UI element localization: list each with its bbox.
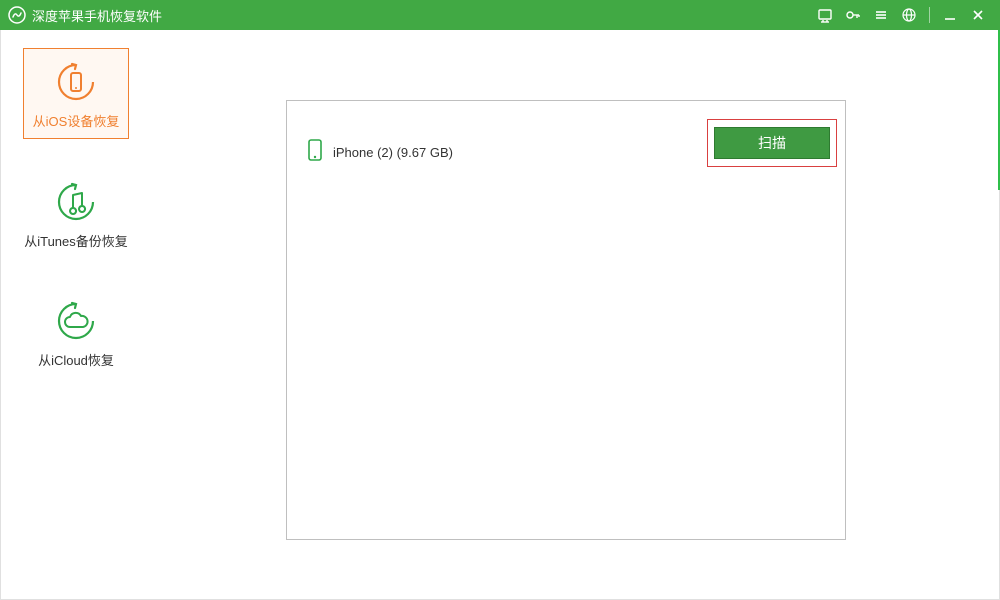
sidebar-item-label: 从iCloud恢复	[23, 350, 129, 369]
titlebar-separator	[929, 7, 930, 23]
phone-restore-icon	[24, 59, 128, 105]
scan-button[interactable]: 扫描	[714, 127, 830, 159]
app-title: 深度苹果手机恢复软件	[32, 6, 162, 25]
globe-icon[interactable]	[895, 0, 923, 30]
sidebar-item-ios-device[interactable]: 从iOS设备恢复	[23, 48, 129, 139]
sidebar-item-icloud[interactable]: 从iCloud恢复	[23, 288, 129, 377]
sidebar: 从iOS设备恢复 从iTunes备份恢复 从iCloud恢复	[1, 30, 151, 599]
device-name: iPhone (2) (9.67 GB)	[333, 145, 453, 160]
device-panel: iPhone (2) (9.67 GB) 扫描	[286, 100, 846, 540]
sidebar-item-itunes-backup[interactable]: 从iTunes备份恢复	[23, 169, 129, 258]
scan-button-highlight: 扫描	[707, 119, 837, 167]
main-area: iPhone (2) (9.67 GB) 扫描	[151, 30, 999, 599]
feedback-icon[interactable]	[811, 0, 839, 30]
music-restore-icon	[23, 179, 129, 225]
key-icon[interactable]	[839, 0, 867, 30]
sidebar-item-label: 从iOS设备恢复	[24, 111, 128, 130]
cloud-restore-icon	[23, 298, 129, 344]
phone-icon	[307, 139, 323, 166]
sidebar-item-label: 从iTunes备份恢复	[23, 231, 129, 250]
minimize-button[interactable]	[936, 0, 964, 30]
menu-icon[interactable]	[867, 0, 895, 30]
close-button[interactable]	[964, 0, 992, 30]
titlebar: 深度苹果手机恢复软件	[0, 0, 1000, 30]
app-logo-icon	[8, 6, 26, 24]
